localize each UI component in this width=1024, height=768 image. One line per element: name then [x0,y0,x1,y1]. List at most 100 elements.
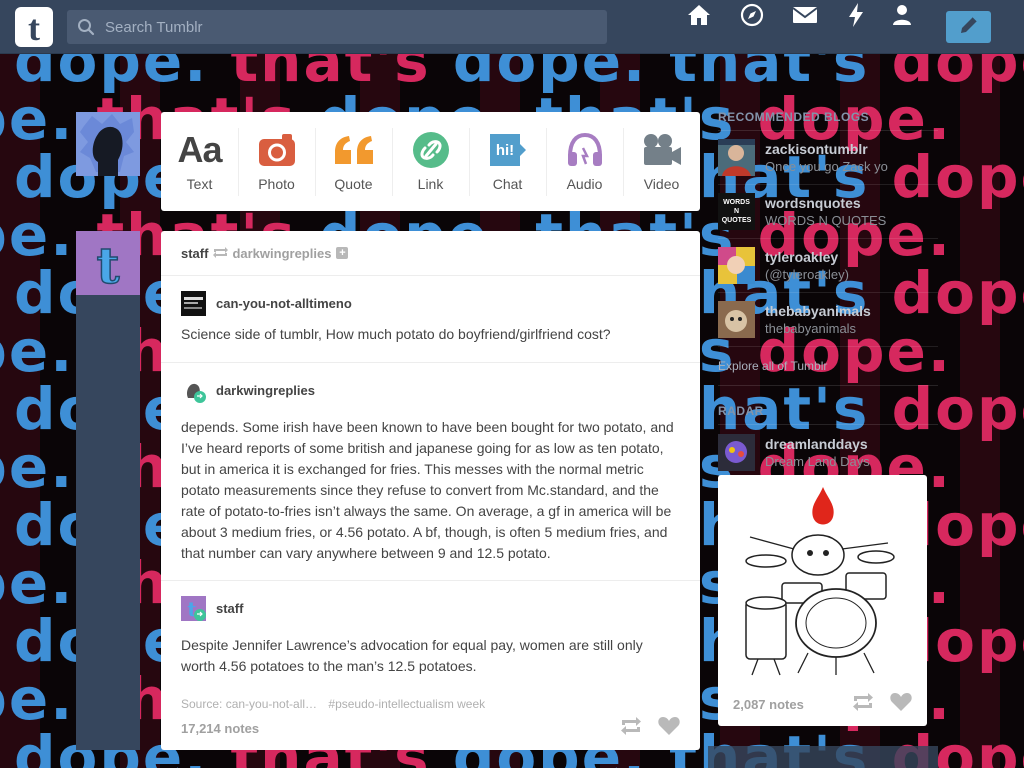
notes-count[interactable]: 17,214 notes [181,721,259,736]
user-avatar[interactable] [76,112,140,176]
entry-avatar[interactable]: t [181,595,206,621]
top-navigation-bar: t [0,0,1024,54]
blog-avatar [718,139,755,176]
follow-plus-icon[interactable]: + [336,247,349,259]
entry-author[interactable]: can-you-not-alltimeno [216,296,352,311]
svg-text:t: t [96,236,119,295]
mail-icon[interactable] [790,0,820,30]
post-type-link[interactable]: Link [392,112,469,211]
reblogged-from-link[interactable]: darkwingreplies [232,246,331,261]
compose-button[interactable] [946,11,991,43]
video-camera-icon [640,130,684,170]
post-type-label: Audio [566,176,603,192]
text-icon: Aa [177,129,222,170]
post-type-label: Chat [492,176,523,192]
post-type-label: Text [186,176,213,192]
recommended-blog-item[interactable]: thebabyanimals thebabyanimals [718,293,938,347]
reblog-icon[interactable] [852,692,874,716]
reblog-small-icon [213,246,229,261]
like-heart-icon[interactable] [658,716,680,740]
post-owner-link[interactable]: staff [181,246,208,261]
post-type-bar: Aa Text Photo Quote Link hi! Chat Audio [161,112,700,211]
blog-subtitle: WORDS N QUOTES [765,213,887,228]
svg-text:hi!: hi! [495,142,513,159]
radar-blog-item[interactable]: dreamlanddays Dream Land Days [718,425,938,479]
reblog-entry: darkwingreplies depends. Some irish have… [161,363,700,580]
notes-count[interactable]: 2,087 notes [733,697,804,712]
blog-subtitle: (@tyleroakley) [765,267,849,282]
entry-avatar[interactable] [181,377,206,403]
post-type-photo[interactable]: Photo [238,112,315,211]
blog-avatar [718,247,755,284]
post-type-label: Video [643,176,680,192]
post-type-text[interactable]: Aa Text [161,112,238,211]
headphones-icon [563,130,607,170]
radar-heading: RADAR [718,404,938,425]
blog-avatar-text: WORDS N QUOTES [721,199,752,224]
post-type-label: Quote [334,176,373,192]
reblog-icon[interactable] [620,716,642,740]
camera-icon [255,130,299,170]
tumblr-logo[interactable]: t [14,6,54,48]
post-type-chat[interactable]: hi! Chat [469,112,546,211]
post-type-quote[interactable]: Quote [315,112,392,211]
compass-icon[interactable] [737,0,767,30]
radar-post[interactable]: 2,087 notes [718,475,927,726]
post-type-label: Link [417,176,444,192]
recommended-blog-item[interactable]: WORDS N QUOTES wordsnquotes WORDS N QUOT… [718,185,938,239]
search-box[interactable] [67,10,607,44]
blog-name: tyleroakley [765,249,839,265]
entry-text: Science side of tumblr, How much potato … [181,326,611,342]
blog-name: wordsnquotes [765,195,861,211]
like-heart-icon[interactable] [890,692,912,716]
blog-name: dreamlanddays [765,435,868,452]
blog-avatar [718,433,755,471]
entry-header: darkwingreplies [181,376,680,404]
blog-subtitle: Dream Land Days [765,453,870,469]
link-icon [409,130,453,170]
post-type-label: Photo [258,176,295,192]
blog-avatar: WORDS N QUOTES [718,193,755,230]
blog-subtitle: Once you go Zack yo [765,159,888,174]
search-icon [67,10,105,44]
blog-subtitle: thebabyanimals [765,321,857,336]
post-type-audio[interactable]: Audio [546,112,623,211]
sidebar-bottom-strip [708,746,938,768]
entry-header: can-you-not-alltimeno [181,289,680,317]
entry-text: depends. Some irish have been known to h… [181,419,674,561]
post-avatar-rail [76,231,140,750]
pencil-icon [958,14,980,41]
explore-all-link[interactable]: Explore all of Tumblr [718,347,938,386]
recommended-blog-item[interactable]: zackisontumblr Once you go Zack yo [718,131,938,185]
quote-icon [332,130,376,170]
right-sidebar: RECOMMENDED BLOGS zackisontumblr Once yo… [718,96,938,479]
chat-icon: hi! [486,130,530,170]
entry-avatar[interactable] [181,290,206,316]
blog-name: thebabyanimals [765,303,871,319]
reblog-entry: can-you-not-alltimeno Science side of tu… [161,276,700,362]
entry-header: t staff [181,594,680,622]
post-header: staff darkwingreplies + [161,231,700,276]
home-icon[interactable] [684,0,714,30]
blog-name: zackisontumblr [765,141,868,157]
post-tag[interactable]: #pseudo-intellectualism week [328,697,485,711]
source-link[interactable]: Source: can-you-not-all… [181,697,317,711]
drummer-illustration [738,483,908,683]
blog-avatar [718,301,755,338]
recommended-blogs-heading: RECOMMENDED BLOGS [718,110,938,131]
recommended-blog-item[interactable]: tyleroakley (@tyleroakley) [718,239,938,293]
staff-avatar[interactable]: t [76,231,140,295]
post-actions [852,692,912,716]
entry-author[interactable]: darkwingreplies [216,383,315,398]
search-input[interactable] [105,18,607,36]
lightning-icon[interactable] [841,0,871,30]
entry-text: Despite Jennifer Lawrence’s advocation f… [181,637,643,674]
reblog-entry: t staff Despite Jennifer Lawrence’s advo… [161,581,700,693]
post-source-row: Source: can-you-not-all… #pseudo-intelle… [161,697,700,711]
radar-post-footer: 2,087 notes [733,692,912,716]
post-type-video[interactable]: Video [623,112,700,211]
entry-author[interactable]: staff [216,601,243,616]
post-footer: 17,214 notes [181,716,680,740]
account-icon[interactable] [887,0,917,30]
dashboard-post: staff darkwingreplies + can-you-not-allt… [161,231,700,750]
